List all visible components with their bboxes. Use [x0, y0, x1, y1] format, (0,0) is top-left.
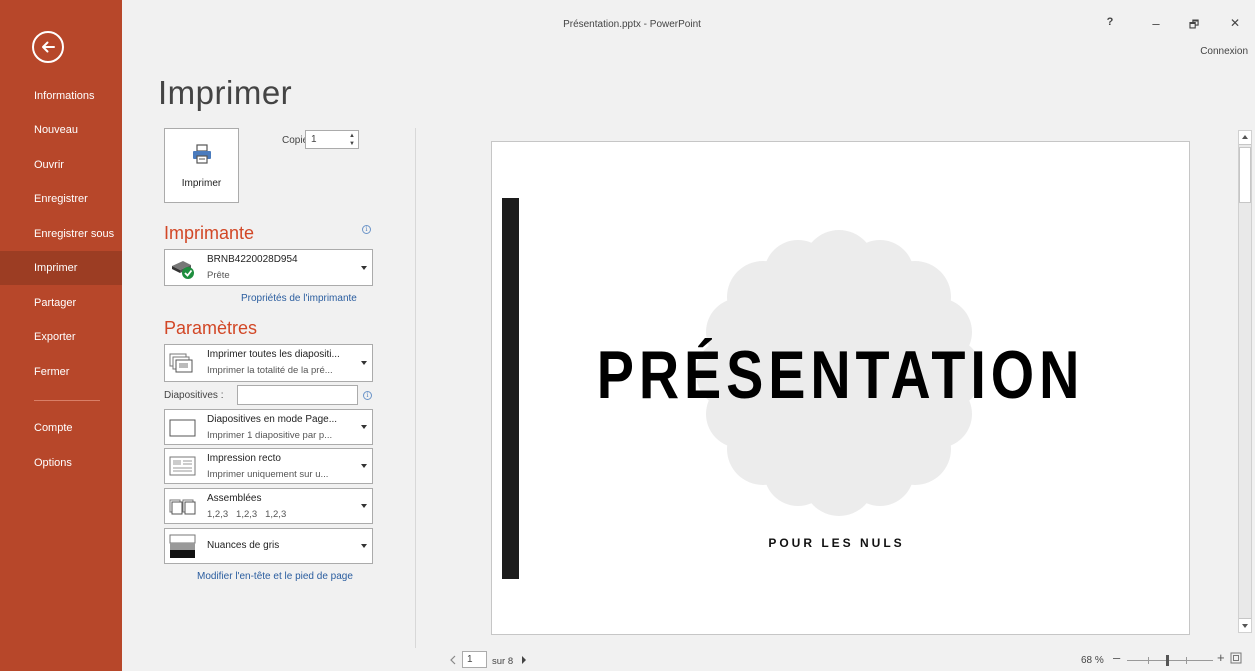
collated-icon	[169, 499, 196, 515]
collation-description: 1,2,3 1,2,3 1,2,3	[207, 509, 287, 520]
sidebar-item-informations[interactable]: Informations	[0, 79, 122, 113]
zoom-level[interactable]: 68 %	[1081, 655, 1104, 666]
restore-button[interactable]: 🗗	[1186, 16, 1202, 35]
sidebar-divider	[34, 400, 100, 401]
chevron-down-icon	[361, 425, 367, 429]
next-page-icon[interactable]	[520, 655, 528, 665]
current-page-value: 1	[467, 654, 473, 665]
sidebar-item-enregistrer[interactable]: Enregistrer	[0, 182, 122, 216]
slides-range-label: Diapositives :	[164, 390, 224, 401]
print-preview: PRÉSENTATION POUR LES NULS	[491, 141, 1190, 635]
layout-description: Imprimer 1 diapositive par p...	[207, 430, 333, 441]
chevron-down-icon	[361, 544, 367, 548]
sidebar-item-ouvrir[interactable]: Ouvrir	[0, 148, 122, 182]
back-arrow-icon[interactable]	[32, 31, 64, 63]
color-mode-title: Nuances de gris	[207, 540, 280, 551]
chevron-down-icon	[361, 361, 367, 365]
fit-to-page-icon[interactable]	[1230, 652, 1242, 664]
zoom-tick	[1186, 657, 1187, 664]
close-button[interactable]: ✕	[1227, 16, 1243, 30]
color-dropdown[interactable]: Nuances de gris	[164, 528, 373, 564]
help-button[interactable]: ?	[1102, 16, 1118, 28]
sidebar-item-compte[interactable]: Compte	[0, 411, 122, 445]
printer-heading: Imprimante	[164, 223, 255, 243]
info-icon[interactable]: i	[363, 391, 372, 400]
slides-stack-icon	[169, 353, 193, 373]
page-number-input[interactable]: 1	[462, 651, 487, 668]
scroll-thumb[interactable]	[1239, 147, 1251, 203]
window-title: Présentation.pptx - PowerPoint	[563, 19, 701, 30]
slides-scope-description: Imprimer la totalité de la pré...	[207, 365, 333, 376]
grayscale-icon	[169, 534, 196, 558]
zoom-slider[interactable]	[1127, 660, 1213, 661]
copies-input[interactable]: 1 ▲ ▼	[305, 130, 359, 149]
zoom-slider-thumb[interactable]	[1166, 655, 1169, 666]
sidebar-item-enregistrer-sous[interactable]: Enregistrer sous	[0, 217, 122, 251]
copies-value: 1	[311, 134, 317, 145]
collation-title: Assemblées	[207, 493, 262, 504]
zoom-in-button[interactable]: +	[1217, 650, 1225, 665]
sides-description: Imprimer uniquement sur u...	[207, 469, 329, 480]
full-page-slide-icon	[169, 419, 196, 437]
sides-dropdown[interactable]: Impression recto Imprimer uniquement sur…	[164, 448, 373, 484]
sidebar-item-nouveau[interactable]: Nouveau	[0, 113, 122, 147]
slide-accent-bar	[502, 198, 519, 579]
slide-title: PRÉSENTATION	[596, 337, 1085, 413]
collation-dropdown[interactable]: Assemblées 1,2,3 1,2,3 1,2,3	[164, 488, 373, 524]
printer-icon	[193, 144, 211, 164]
chevron-down-icon	[361, 464, 367, 468]
printer-properties-link[interactable]: Propriétés de l'imprimante	[241, 293, 357, 304]
arrow-down-icon	[1242, 624, 1248, 628]
printer-ready-icon	[172, 261, 194, 279]
layout-dropdown[interactable]: Diapositives en mode Page... Imprimer 1 …	[164, 409, 373, 445]
sidebar-item-fermer[interactable]: Fermer	[0, 355, 122, 389]
chevron-down-icon	[361, 504, 367, 508]
sidebar-item-options[interactable]: Options	[0, 446, 122, 480]
previous-page-icon[interactable]	[449, 655, 457, 665]
slides-scope-dropdown[interactable]: Imprimer toutes les diapositi... Imprime…	[164, 344, 373, 382]
chevron-down-icon	[361, 265, 367, 270]
one-sided-icon	[169, 456, 196, 476]
page-count: sur 8	[492, 656, 514, 667]
printer-status: Prête	[207, 270, 230, 281]
page-title: Imprimer	[158, 74, 293, 111]
print-button-label: Imprimer	[181, 178, 222, 189]
slides-range-input[interactable]	[237, 385, 358, 405]
sides-title: Impression recto	[207, 453, 281, 464]
zoom-out-button[interactable]: –	[1113, 650, 1120, 665]
backstage-sidebar: Informations Nouveau Ouvrir Enregistrer …	[0, 0, 122, 671]
printer-dropdown[interactable]: BRNB4220028D954 Prête	[164, 249, 373, 286]
info-icon[interactable]: i	[362, 225, 371, 234]
copies-spinner[interactable]: ▲ ▼	[349, 132, 355, 148]
sidebar-item-imprimer[interactable]: Imprimer	[0, 251, 122, 285]
printer-name: BRNB4220028D954	[207, 254, 298, 265]
sidebar-item-partager[interactable]: Partager	[0, 286, 122, 320]
minimize-button[interactable]: –	[1148, 16, 1164, 31]
arrow-up-icon	[1242, 135, 1248, 139]
print-button[interactable]: Imprimer	[164, 128, 239, 203]
sidebar-item-exporter[interactable]: Exporter	[0, 320, 122, 354]
zoom-tick	[1148, 657, 1149, 664]
preview-scrollbar[interactable]	[1238, 130, 1252, 633]
panel-divider	[415, 128, 416, 648]
layout-title: Diapositives en mode Page...	[207, 414, 338, 425]
scroll-up-button[interactable]	[1239, 131, 1251, 145]
scroll-down-button[interactable]	[1239, 618, 1251, 632]
slides-scope-title: Imprimer toutes les diapositi...	[207, 349, 340, 360]
header-footer-link[interactable]: Modifier l'en-tête et le pied de page	[197, 571, 353, 582]
slide-subtitle: POUR LES NULS	[768, 536, 905, 550]
signin-link[interactable]: Connexion	[1200, 46, 1248, 57]
settings-heading: Paramètres	[164, 318, 258, 338]
